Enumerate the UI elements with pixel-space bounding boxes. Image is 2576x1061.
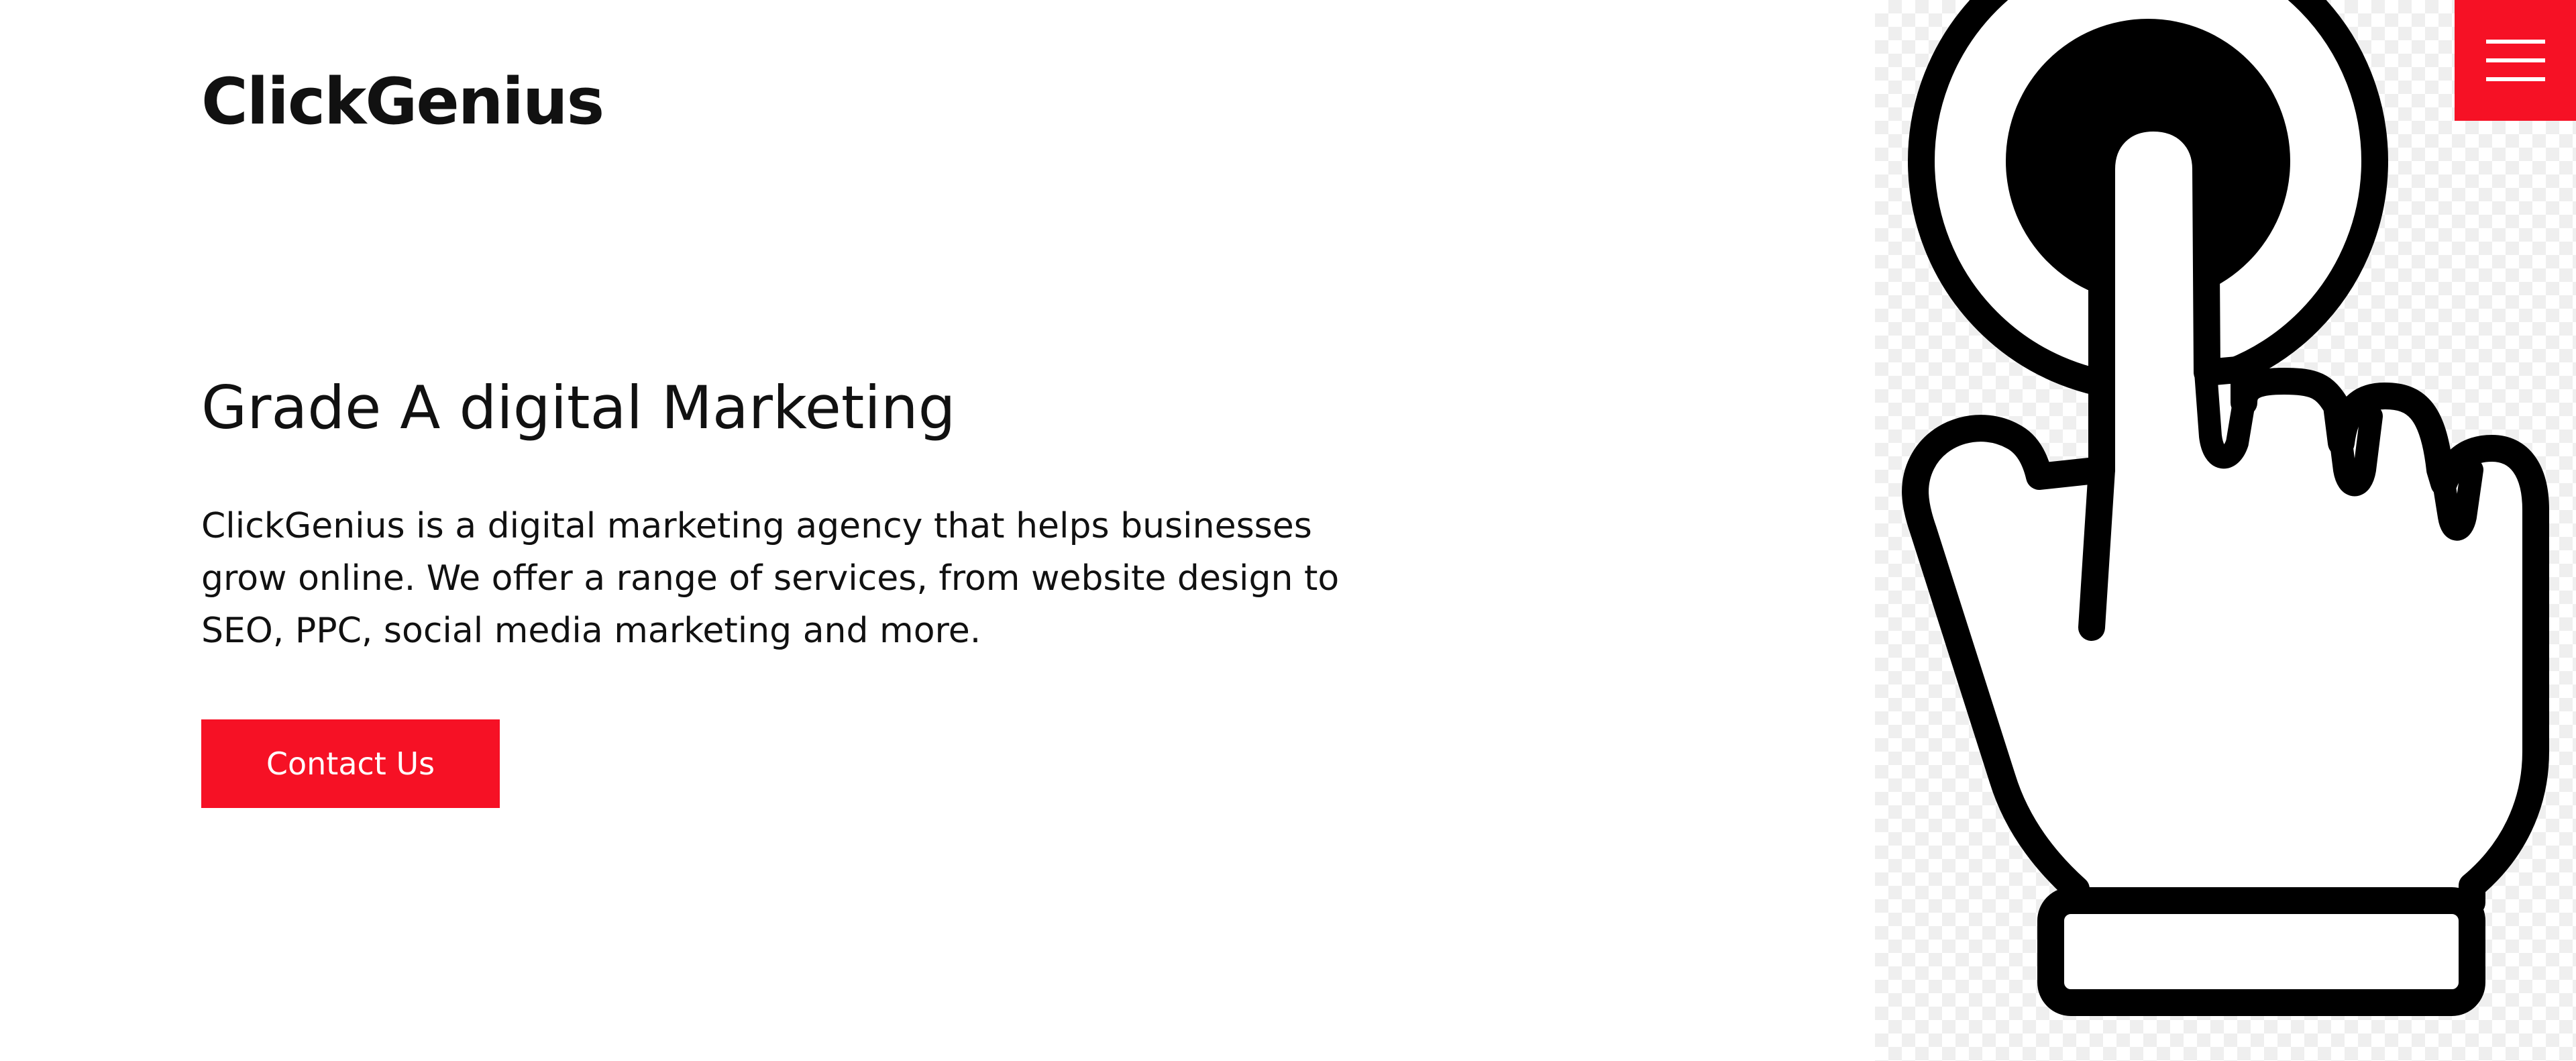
hero-headline: Grade A digital Marketing — [201, 373, 956, 442]
hamburger-menu-icon-bar-2 — [2485, 58, 2545, 62]
landing-page: ClickGenius Grade A digital Marketing Cl… — [0, 0, 2576, 1061]
hero-description: ClickGenius is a digital marketing agenc… — [201, 506, 1340, 651]
contact-us-label: Contact Us — [266, 746, 435, 782]
hamburger-menu-button[interactable] — [2455, 0, 2576, 121]
contact-us-button[interactable]: Contact Us — [201, 719, 500, 808]
hamburger-menu-icon-bar-3 — [2485, 77, 2545, 81]
pointing-hand-click-icon — [1902, 0, 2549, 1016]
brand-logo[interactable]: ClickGenius — [201, 64, 604, 140]
hero-illustration — [1875, 0, 2576, 1061]
hamburger-menu-icon — [2485, 40, 2545, 44]
